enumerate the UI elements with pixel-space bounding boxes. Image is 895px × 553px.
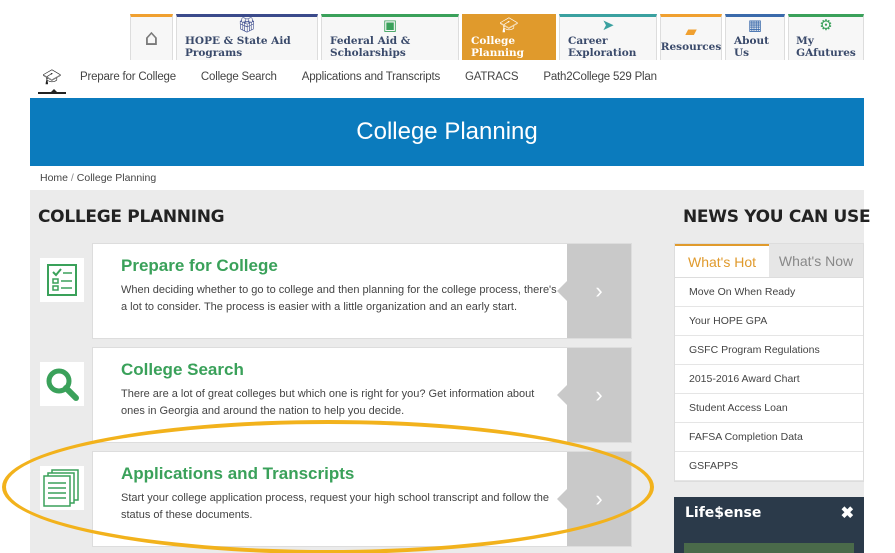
- building-icon: ▦: [747, 16, 763, 34]
- graduation-cap-icon: 🎓︎: [38, 64, 66, 94]
- chevron-right-icon[interactable]: ›: [557, 244, 631, 338]
- book-icon: ▰: [685, 22, 697, 40]
- page-banner: College Planning: [30, 98, 864, 166]
- tab-label: Resources: [660, 41, 722, 53]
- documents-icon: [40, 466, 84, 510]
- tab-label: HOPE & State Aid Programs: [185, 35, 291, 59]
- news-item[interactable]: GSFC Program Regulations: [675, 336, 863, 365]
- lifesense-image: [684, 543, 854, 553]
- news-item[interactable]: Your HOPE GPA: [675, 307, 863, 336]
- news-item[interactable]: FAFSA Completion Data: [675, 423, 863, 452]
- tab-hope-state-aid[interactable]: 🎁︎ HOPE & State Aid Programs: [176, 14, 318, 60]
- card-title: Prepare for College: [121, 256, 278, 275]
- news-item[interactable]: 2015-2016 Award Chart: [675, 365, 863, 394]
- home-tab[interactable]: ⌂: [130, 14, 173, 60]
- main-nav: ⌂ 🎁︎ HOPE & State Aid Programs ▣ Federal…: [130, 14, 864, 60]
- tab-resources[interactable]: ▰ Resources: [660, 14, 722, 60]
- card-title: College Search: [121, 360, 244, 379]
- subnav-prepare-for-college[interactable]: Prepare for College: [80, 71, 176, 83]
- news-item[interactable]: Student Access Loan: [675, 394, 863, 423]
- lifesense-panel: Life$ense ✖: [674, 497, 864, 553]
- sub-nav: 🎓︎ Prepare for College College Search Ap…: [30, 62, 864, 94]
- money-icon: ▣: [382, 16, 398, 34]
- section-heading: COLLEGE PLANNING: [38, 207, 225, 227]
- card-prepare-for-college[interactable]: Prepare for College When deciding whethe…: [92, 243, 632, 339]
- tab-whats-now[interactable]: What's Now: [769, 244, 863, 277]
- home-icon: ⌂: [144, 26, 159, 51]
- gift-icon: 🎁︎: [237, 16, 257, 34]
- news-item[interactable]: Move On When Ready: [675, 278, 863, 307]
- tab-label: Career Exploration: [568, 35, 637, 59]
- subnav-path2college[interactable]: Path2College 529 Plan: [543, 71, 657, 83]
- card-description: When deciding whether to go to college a…: [121, 284, 557, 313]
- tab-label: College Planning: [471, 35, 524, 59]
- tab-career-exploration[interactable]: ➤ Career Exploration: [559, 14, 657, 60]
- paper-plane-icon: ➤: [601, 16, 615, 34]
- tab-federal-aid[interactable]: ▣ Federal Aid & Scholarships: [321, 14, 459, 60]
- card-title: Applications and Transcripts: [121, 464, 355, 483]
- lifesense-title: Life$ense: [685, 505, 762, 521]
- card-description: Start your college application process, …: [121, 492, 550, 521]
- graduation-cap-icon: 🎓︎: [499, 16, 519, 34]
- breadcrumb-home[interactable]: Home: [40, 172, 68, 184]
- subnav-applications-transcripts[interactable]: Applications and Transcripts: [302, 71, 440, 83]
- tab-label: Federal Aid & Scholarships: [330, 35, 411, 59]
- close-icon[interactable]: ✖: [841, 503, 854, 523]
- subnav-gatracs[interactable]: GATRACS: [465, 71, 519, 83]
- tab-label: About Us: [734, 35, 769, 59]
- page-title: College Planning: [356, 118, 538, 145]
- tab-label: My GAfutures: [796, 35, 856, 59]
- card-college-search[interactable]: College Search There are a lot of great …: [92, 347, 632, 443]
- breadcrumb: Home / College Planning: [30, 166, 864, 190]
- card-applications-transcripts[interactable]: Applications and Transcripts Start your …: [92, 451, 632, 547]
- news-item[interactable]: GSFAPPS: [675, 452, 863, 481]
- chevron-right-icon[interactable]: ›: [557, 452, 631, 546]
- tab-about-us[interactable]: ▦ About Us: [725, 14, 785, 60]
- tab-college-planning[interactable]: 🎓︎ College Planning: [462, 14, 556, 60]
- checklist-icon: [40, 258, 84, 302]
- magnifier-icon: [40, 362, 84, 406]
- news-heading: NEWS YOU CAN USE: [683, 207, 871, 227]
- card-description: There are a lot of great colleges but wh…: [121, 388, 535, 417]
- breadcrumb-current: College Planning: [76, 172, 157, 184]
- gear-icon: ⚙: [819, 16, 833, 34]
- chevron-right-icon[interactable]: ›: [557, 348, 631, 442]
- news-panel: What's Hot What's Now Move On When Ready…: [674, 243, 864, 482]
- tab-whats-hot[interactable]: What's Hot: [675, 244, 769, 277]
- subnav-college-search[interactable]: College Search: [201, 71, 277, 83]
- breadcrumb-separator: /: [68, 172, 77, 184]
- tab-my-gafutures[interactable]: ⚙ My GAfutures: [788, 14, 864, 60]
